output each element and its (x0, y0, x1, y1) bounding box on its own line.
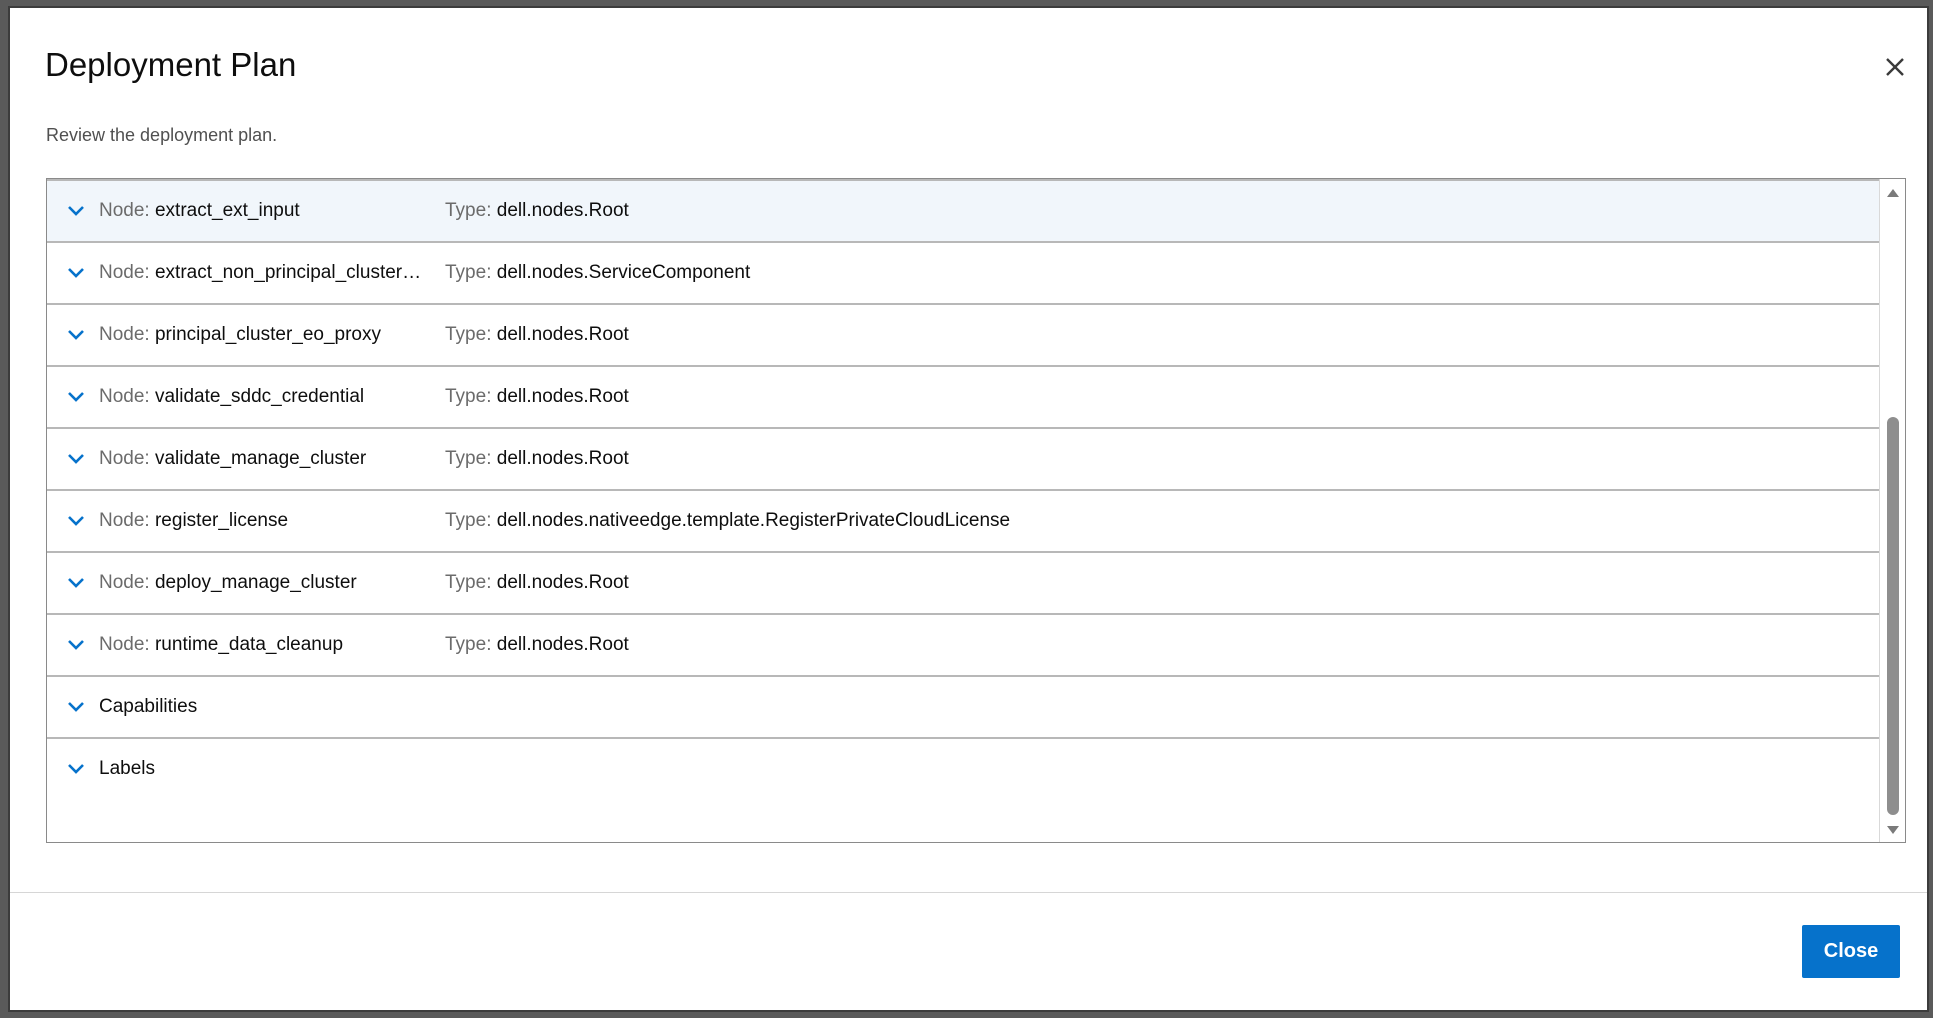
node-label: Node: (99, 324, 150, 345)
node-label: Node: (99, 386, 150, 407)
plan-row[interactable]: Node: validate_manage_cluster Type: dell… (47, 427, 1879, 489)
plan-row[interactable]: Node: register_license Type: dell.nodes.… (47, 489, 1879, 551)
type-value: dell.nodes.Root (496, 386, 629, 407)
node-label: Node: (99, 572, 150, 593)
type-cell: Type: dell.nodes.Root (445, 448, 629, 470)
chevron-down-icon[interactable] (67, 639, 85, 651)
type-label: Type: (445, 324, 492, 345)
type-cell: Type: dell.nodes.ServiceComponent (445, 262, 750, 284)
type-value: dell.nodes.Root (496, 324, 629, 345)
node-value: deploy_manage_cluster (154, 572, 357, 593)
plan-row[interactable]: Node: extract_ext_input Type: dell.nodes… (47, 179, 1879, 241)
type-label: Type: (445, 386, 492, 407)
node-value: extract_non_principal_cluster_e... (154, 262, 430, 283)
type-label: Type: (445, 634, 492, 655)
chevron-down-icon[interactable] (67, 391, 85, 403)
type-cell: Type: dell.nodes.Root (445, 634, 629, 656)
plan-row[interactable]: Node: runtime_data_cleanup Type: dell.no… (47, 613, 1879, 675)
dialog-subtitle: Review the deployment plan. (46, 125, 278, 145)
type-label: Type: (445, 448, 492, 469)
node-cell: Node: validate_sddc_credential (99, 386, 364, 408)
section-label: Labels (99, 758, 155, 779)
type-label: Type: (445, 200, 492, 221)
node-label: Node: (99, 634, 150, 655)
type-cell: Type: dell.nodes.Root (445, 324, 629, 346)
node-value: runtime_data_cleanup (154, 634, 344, 655)
chevron-down-icon[interactable] (67, 763, 85, 775)
section-labels[interactable]: Labels (47, 737, 1879, 799)
plan-row[interactable]: Node: principal_cluster_eo_proxy Type: d… (47, 303, 1879, 365)
type-cell: Type: dell.nodes.Root (445, 200, 629, 222)
section-label: Capabilities (99, 696, 198, 717)
node-value: register_license (154, 510, 289, 531)
node-cell: Node: register_license (99, 510, 288, 532)
node-label: Node: (99, 448, 150, 469)
node-value: validate_sddc_credential (154, 386, 365, 407)
type-value: dell.nodes.ServiceComponent (496, 262, 751, 283)
node-cell: Node: extract_non_principal_cluster_e... (99, 262, 430, 284)
chevron-down-icon[interactable] (67, 329, 85, 341)
type-value: dell.nodes.Root (496, 572, 629, 593)
section-capabilities[interactable]: Capabilities (47, 675, 1879, 737)
plan-row[interactable]: Node: deploy_manage_cluster Type: dell.n… (47, 551, 1879, 613)
type-label: Type: (445, 510, 492, 531)
dialog-title: Deployment Plan (45, 46, 297, 83)
node-label: Node: (99, 200, 150, 221)
node-cell: Node: deploy_manage_cluster (99, 572, 357, 594)
scroll-down-arrow-icon[interactable] (1887, 826, 1899, 834)
close-button[interactable]: Close (1802, 925, 1900, 978)
footer-divider (10, 892, 1927, 893)
chevron-down-icon[interactable] (67, 205, 85, 217)
scroll-up-arrow-icon[interactable] (1887, 189, 1899, 197)
type-label: Type: (445, 572, 492, 593)
scrollbar-thumb[interactable] (1887, 417, 1899, 815)
node-cell: Node: validate_manage_cluster (99, 448, 366, 470)
plan-rows: Node: validate_credentials Type: dell.no… (47, 179, 1879, 799)
plan-row[interactable]: Node: validate_sddc_credential Type: del… (47, 365, 1879, 427)
deployment-plan-dialog: Deployment Plan Review the deployment pl… (8, 6, 1929, 1012)
chevron-down-icon[interactable] (67, 701, 85, 713)
vertical-scrollbar[interactable] (1879, 179, 1905, 842)
close-icon[interactable] (1878, 50, 1912, 84)
type-value: dell.nodes.nativeedge.template.RegisterP… (496, 510, 1011, 531)
node-cell: Node: runtime_data_cleanup (99, 634, 343, 656)
node-label: Node: (99, 510, 150, 531)
type-label: Type: (445, 262, 492, 283)
type-cell: Type: dell.nodes.nativeedge.template.Reg… (445, 510, 1010, 532)
plan-row[interactable]: Node: extract_non_principal_cluster_e...… (47, 241, 1879, 303)
chevron-down-icon[interactable] (67, 267, 85, 279)
node-value: validate_manage_cluster (154, 448, 367, 469)
deployment-plan-list: Node: validate_credentials Type: dell.no… (46, 178, 1906, 843)
chevron-down-icon[interactable] (67, 515, 85, 527)
node-cell: Node: principal_cluster_eo_proxy (99, 324, 381, 346)
node-value: extract_ext_input (154, 200, 300, 221)
node-value: principal_cluster_eo_proxy (154, 324, 381, 345)
node-cell: Node: extract_ext_input (99, 200, 300, 222)
type-cell: Type: dell.nodes.Root (445, 572, 629, 594)
type-value: dell.nodes.Root (496, 200, 629, 221)
node-label: Node: (99, 262, 150, 283)
chevron-down-icon[interactable] (67, 577, 85, 589)
type-value: dell.nodes.Root (496, 634, 629, 655)
type-cell: Type: dell.nodes.Root (445, 386, 629, 408)
chevron-down-icon[interactable] (67, 453, 85, 465)
type-value: dell.nodes.Root (496, 448, 629, 469)
